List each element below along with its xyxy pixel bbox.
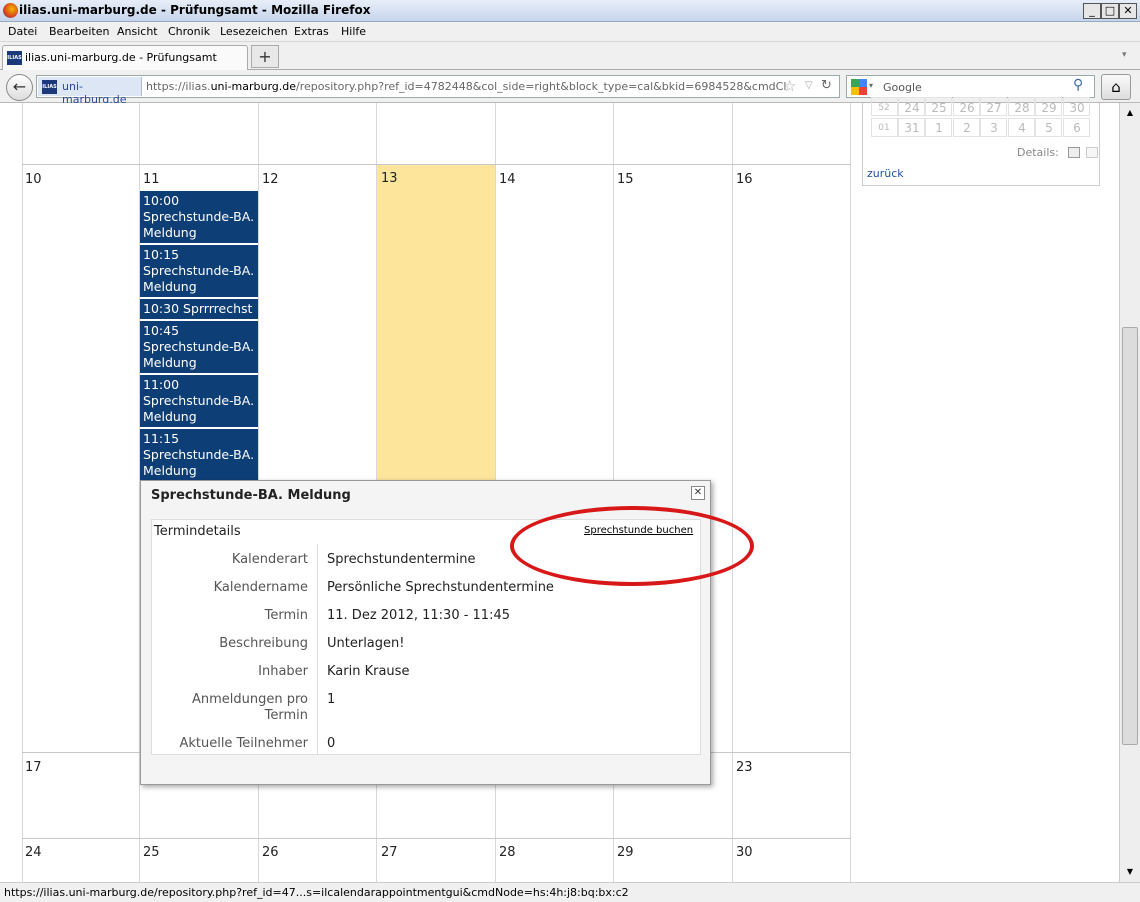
bookmark-star-icon[interactable]: ☆ [783,77,796,95]
url-bar[interactable]: ILIAS uni-marburg.de https://ilias.uni-m… [36,75,840,106]
day-cell-11[interactable]: 11 [143,172,160,187]
annotation-ellipse [510,506,754,586]
search-magnifier-icon[interactable]: ⚲ [1073,77,1083,93]
day-cell-24[interactable]: 24 [25,845,42,860]
menu-hilfe[interactable]: Hilfe [341,25,366,38]
ilias-site-icon: ILIAS [42,80,57,94]
minical-week-52: 52 [878,103,890,113]
event-1000[interactable]: 10:00 Sprechstunde-BA. Meldung [140,191,258,243]
tab-active[interactable]: ILIAS ilias.uni-marburg.de - Prüfungsamt [2,45,248,70]
back-button[interactable]: ← [6,74,33,101]
minical-day[interactable]: 2 [954,121,980,135]
day-cell-14[interactable]: 14 [499,172,516,187]
day-cell-27[interactable]: 27 [381,845,398,860]
day-cell-10[interactable]: 10 [25,172,42,187]
maximize-button[interactable]: □ [1101,3,1119,19]
menu-chronik[interactable]: Chronik [168,25,210,38]
url-text[interactable]: https://ilias.uni-marburg.de/repository.… [146,80,786,93]
minical-day[interactable]: 6 [1064,121,1090,135]
scroll-thumb[interactable] [1122,327,1138,745]
day-cell-23[interactable]: 23 [736,760,753,775]
event-1115[interactable]: 11:15 Sprechstunde-BA. Meldung [140,429,258,481]
status-bar: https://ilias.uni-marburg.de/repository.… [0,882,1140,902]
minical-day[interactable]: 26 [954,101,980,115]
search-bar[interactable]: ▾ Google ⚲ [846,75,1095,98]
minical-day[interactable]: 1 [926,121,952,135]
minical-day[interactable]: 4 [1009,121,1035,135]
day-cell-25[interactable]: 25 [143,845,160,860]
minical-day[interactable]: 29 [1036,101,1062,115]
firefox-logo-icon [3,3,18,18]
day-cell-13[interactable]: 13 [381,171,398,186]
minical-day[interactable]: 5 [1036,121,1062,135]
day-cell-17[interactable]: 17 [25,760,42,775]
menu-bearbeiten[interactable]: Bearbeiten [49,25,109,38]
details-label: Details: [1017,146,1059,159]
scroll-down-icon[interactable]: ▼ [1122,864,1138,880]
search-input[interactable]: Google [883,81,922,94]
detail-row-teilnehmer: Aktuelle Teilnehmer 0 [179,736,336,751]
day-cell-29[interactable]: 29 [617,845,634,860]
minical-week-01: 01 [878,123,890,133]
event-1045[interactable]: 10:45 Sprechstunde-BA. Meldung [140,321,258,373]
google-engine-icon[interactable] [851,79,867,95]
day-cell-15[interactable]: 15 [617,172,634,187]
menu-lesezeichen[interactable]: Lesezeichen [220,25,288,38]
window-titlebar: ilias.uni-marburg.de - Prüfungsamt - Moz… [0,0,1140,22]
home-button[interactable]: ⌂ [1101,74,1131,100]
minical-day[interactable]: 24 [899,101,925,115]
site-identity[interactable]: ILIAS uni-marburg.de [38,77,142,106]
details-expand-icon[interactable] [1068,147,1080,158]
popup-close-icon[interactable]: ✕ [691,486,705,500]
detail-row-anmeldungen: Anmeldungen pro Termin 1 [191,692,336,723]
ilias-favicon-icon: ILIAS [7,51,22,65]
minical-day[interactable]: 30 [1064,101,1090,115]
status-url: https://ilias.uni-marburg.de/repository.… [4,886,629,899]
reload-icon[interactable]: ↻ [821,78,832,93]
event-1030[interactable]: 10:30 Sprrrrechst [140,299,258,319]
engine-dropdown-icon[interactable]: ▾ [869,81,873,90]
new-tab-button[interactable]: + [251,45,279,68]
menu-extras[interactable]: Extras [294,25,329,38]
url-dropdown-icon[interactable]: ▽ [805,80,813,91]
today-highlight [377,165,495,485]
window-title: ilias.uni-marburg.de - Prüfungsamt - Moz… [19,3,371,17]
event-1015[interactable]: 10:15 Sprechstunde-BA. Meldung [140,245,258,297]
detail-row-termin: Termin 11. Dez 2012, 11:30 - 11:45 [264,608,511,623]
tab-list-icon[interactable]: ▾ [1122,50,1127,60]
minimize-button[interactable]: _ [1083,3,1101,19]
details-heading: Termindetails [154,524,241,539]
details-collapse-icon[interactable] [1086,147,1098,158]
menu-datei[interactable]: Datei [8,25,37,38]
page-scrollbar[interactable]: ▲ ▼ [1119,103,1140,882]
day-cell-26[interactable]: 26 [262,845,279,860]
day-cell-16[interactable]: 16 [736,172,753,187]
menu-bar: Datei Bearbeiten Ansicht Chronik Lesezei… [0,22,1140,42]
event-1100[interactable]: 11:00 Sprechstunde-BA. Meldung [140,375,258,427]
detail-row-inhaber: Inhaber Karin Krause [258,664,410,679]
popup-title: Sprechstunde-BA. Meldung [151,488,351,503]
minical-day[interactable]: 31 [899,121,925,135]
day-cell-30[interactable]: 30 [736,845,753,860]
back-link[interactable]: zurück [867,167,904,180]
day-cell-12[interactable]: 12 [262,172,279,187]
detail-row-beschreibung: Beschreibung Unterlagen! [219,636,405,651]
close-window-button[interactable]: ✕ [1119,3,1137,19]
tab-label: ilias.uni-marburg.de - Prüfungsamt [25,51,217,64]
minical-day[interactable]: 25 [926,101,952,115]
minical-day[interactable]: 3 [981,121,1007,135]
scroll-up-icon[interactable]: ▲ [1122,105,1138,121]
menu-ansicht[interactable]: Ansicht [117,25,158,38]
day-cell-28[interactable]: 28 [499,845,516,860]
minical-day[interactable]: 28 [1009,101,1035,115]
mini-calendar: 52 24 25 26 27 28 29 30 01 31 1 2 3 4 5 … [862,97,1100,186]
minical-day[interactable]: 27 [981,101,1007,115]
